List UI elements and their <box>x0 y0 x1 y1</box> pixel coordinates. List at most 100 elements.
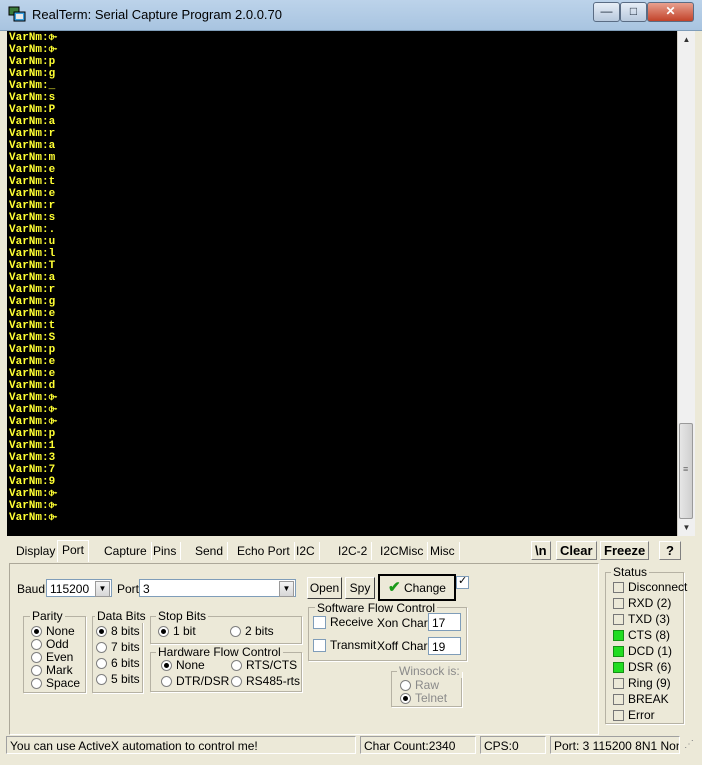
close-button[interactable]: ✕ <box>647 2 694 22</box>
terminal-line-prefix: VarNm: <box>9 296 49 308</box>
scroll-up-icon[interactable]: ▲ <box>678 32 695 47</box>
parity-even-radio[interactable] <box>31 652 42 663</box>
status-led-cts-8[interactable] <box>613 630 624 641</box>
receive-label: Receive <box>330 615 374 629</box>
winsock-telnet-radio[interactable] <box>400 693 411 704</box>
terminal-line-value: ⌱ <box>48 44 58 56</box>
tab-i2c-2[interactable]: I2C-2 <box>334 542 373 560</box>
minimize-button[interactable]: — <box>593 2 620 22</box>
terminal-line-prefix: VarNm: <box>9 128 49 140</box>
hw-flow-rts-cts-radio[interactable] <box>231 660 242 671</box>
tab-echo-port[interactable]: Echo Port <box>233 542 295 560</box>
tab-send[interactable]: Send <box>191 542 229 560</box>
terminal-line-value: u <box>48 236 56 248</box>
parity-odd-radio[interactable] <box>31 639 42 650</box>
receive-checkbox[interactable] <box>313 616 326 629</box>
spy-button[interactable]: Spy <box>345 577 375 599</box>
tab-misc[interactable]: Misc <box>426 542 460 560</box>
terminal-line-prefix: VarNm: <box>9 104 49 116</box>
status-led-dcd-1[interactable] <box>613 646 624 657</box>
stop-bits-2-bits-radio[interactable] <box>230 626 241 637</box>
parity-none-radio[interactable] <box>31 626 42 637</box>
help-button[interactable]: ? <box>659 541 681 560</box>
status-led-error[interactable] <box>613 710 624 721</box>
terminal-line: VarNm:T <box>9 260 57 272</box>
tab-pins[interactable]: Pins <box>149 542 182 560</box>
checkmark-icon: ✔ <box>388 579 401 596</box>
terminal-line-value: S <box>48 332 56 344</box>
terminal-line: VarNm:e <box>9 164 57 176</box>
terminal-line: VarNm:a <box>9 272 57 284</box>
stop-bits-1-bit-label: 1 bit <box>173 624 196 638</box>
terminal-line: VarNm:e <box>9 308 57 320</box>
tab-i2cmisc[interactable]: I2CMisc <box>376 542 429 560</box>
maximize-button[interactable]: □ <box>620 2 647 22</box>
terminal-line: VarNm:t <box>9 176 57 188</box>
terminal-scrollbar[interactable]: ▲ ≡ ▼ <box>677 31 695 536</box>
terminal-line-value: t <box>48 176 56 188</box>
data-bits-5-bits-label: 5 bits <box>111 672 140 686</box>
hw-flow-dtr-dsr-radio[interactable] <box>161 676 172 687</box>
terminal-line-prefix: VarNm: <box>9 368 49 380</box>
data-bits-7-bits-radio[interactable] <box>96 642 107 653</box>
title-bar[interactable]: RealTerm: Serial Capture Program 2.0.0.7… <box>0 0 702 31</box>
chevron-down-icon[interactable]: ▼ <box>279 581 294 597</box>
status-led-ring-9[interactable] <box>613 678 624 689</box>
xoff-input[interactable]: 19 <box>428 637 461 655</box>
stop-bits-2-bits-label: 2 bits <box>245 624 274 638</box>
terminal-display[interactable]: VarNm:⌱ VarNm:⌱ VarNm:p VarNm:g VarNm:_ VarNm… <box>7 31 677 536</box>
terminal-line-prefix: VarNm: <box>9 512 49 524</box>
terminal-line-value: 9 <box>48 476 56 488</box>
status-led-disconnect[interactable] <box>613 582 624 593</box>
transmit-checkbox[interactable] <box>313 639 326 652</box>
scrollbar-thumb[interactable]: ≡ <box>679 423 693 519</box>
data-bits-8-bits-radio[interactable] <box>96 626 107 637</box>
data-bits-5-bits-radio[interactable] <box>96 674 107 685</box>
xon-input[interactable]: 17 <box>428 613 461 631</box>
parity-space-radio[interactable] <box>31 678 42 689</box>
baud-select[interactable]: 115200 ▼ <box>46 579 112 597</box>
hw-flow-rs485-rts-radio[interactable] <box>231 676 242 687</box>
terminal-line: VarNm:g <box>9 68 57 80</box>
terminal-line-value: _ <box>48 80 56 92</box>
status-led-dsr-6[interactable] <box>613 662 624 673</box>
terminal-line: VarNm:9 <box>9 476 57 488</box>
parity-title: Parity <box>30 609 65 623</box>
change-auto-checkbox[interactable]: ✓ <box>456 575 469 589</box>
freeze-button[interactable]: Freeze <box>600 541 650 560</box>
terminal-line-value: d <box>48 380 56 392</box>
terminal-line: VarNm:s <box>9 212 57 224</box>
data-bits-6-bits-radio[interactable] <box>96 658 107 669</box>
tab-capture[interactable]: Capture <box>100 542 152 560</box>
terminal-line: VarNm:r <box>9 284 57 296</box>
data-bits-6-bits-label: 6 bits <box>111 656 140 670</box>
status-led-rxd-2[interactable] <box>613 598 624 609</box>
resize-grip-icon[interactable]: ⋰ <box>684 739 694 750</box>
terminal-line-prefix: VarNm: <box>9 500 49 512</box>
status-led-break[interactable] <box>613 694 624 705</box>
status-led-txd-3[interactable] <box>613 614 624 625</box>
hw-flow-none-radio[interactable] <box>161 660 172 671</box>
port-select[interactable]: 3 ▼ <box>139 579 296 597</box>
parity-mark-radio[interactable] <box>31 665 42 676</box>
tab-display[interactable]: Display <box>12 542 61 560</box>
hw-flow-rts-cts-label: RTS/CTS <box>246 658 298 672</box>
terminal-line-value: p <box>48 56 56 68</box>
tab-port[interactable]: Port <box>57 540 90 562</box>
change-button[interactable]: ✔ Change <box>378 574 456 601</box>
transmit-label: Transmit <box>330 638 377 652</box>
newline-button[interactable]: \n <box>531 541 551 560</box>
terminal-line-value: r <box>48 284 56 296</box>
chevron-down-icon[interactable]: ▼ <box>95 581 110 597</box>
terminal-line-prefix: VarNm: <box>9 320 49 332</box>
open-button[interactable]: Open <box>307 577 342 599</box>
parity-even-label: Even <box>46 650 74 664</box>
stop-bits-1-bit-radio[interactable] <box>158 626 169 637</box>
terminal-line-prefix: VarNm: <box>9 428 49 440</box>
scroll-down-icon[interactable]: ▼ <box>678 520 695 535</box>
clear-button[interactable]: Clear <box>556 541 597 560</box>
port-info: Port: 3 115200 8N1 Non <box>550 736 680 754</box>
terminal-line: VarNm:a <box>9 140 57 152</box>
winsock-raw-radio[interactable] <box>400 680 411 691</box>
tab-i2c[interactable]: I2C <box>292 542 320 560</box>
